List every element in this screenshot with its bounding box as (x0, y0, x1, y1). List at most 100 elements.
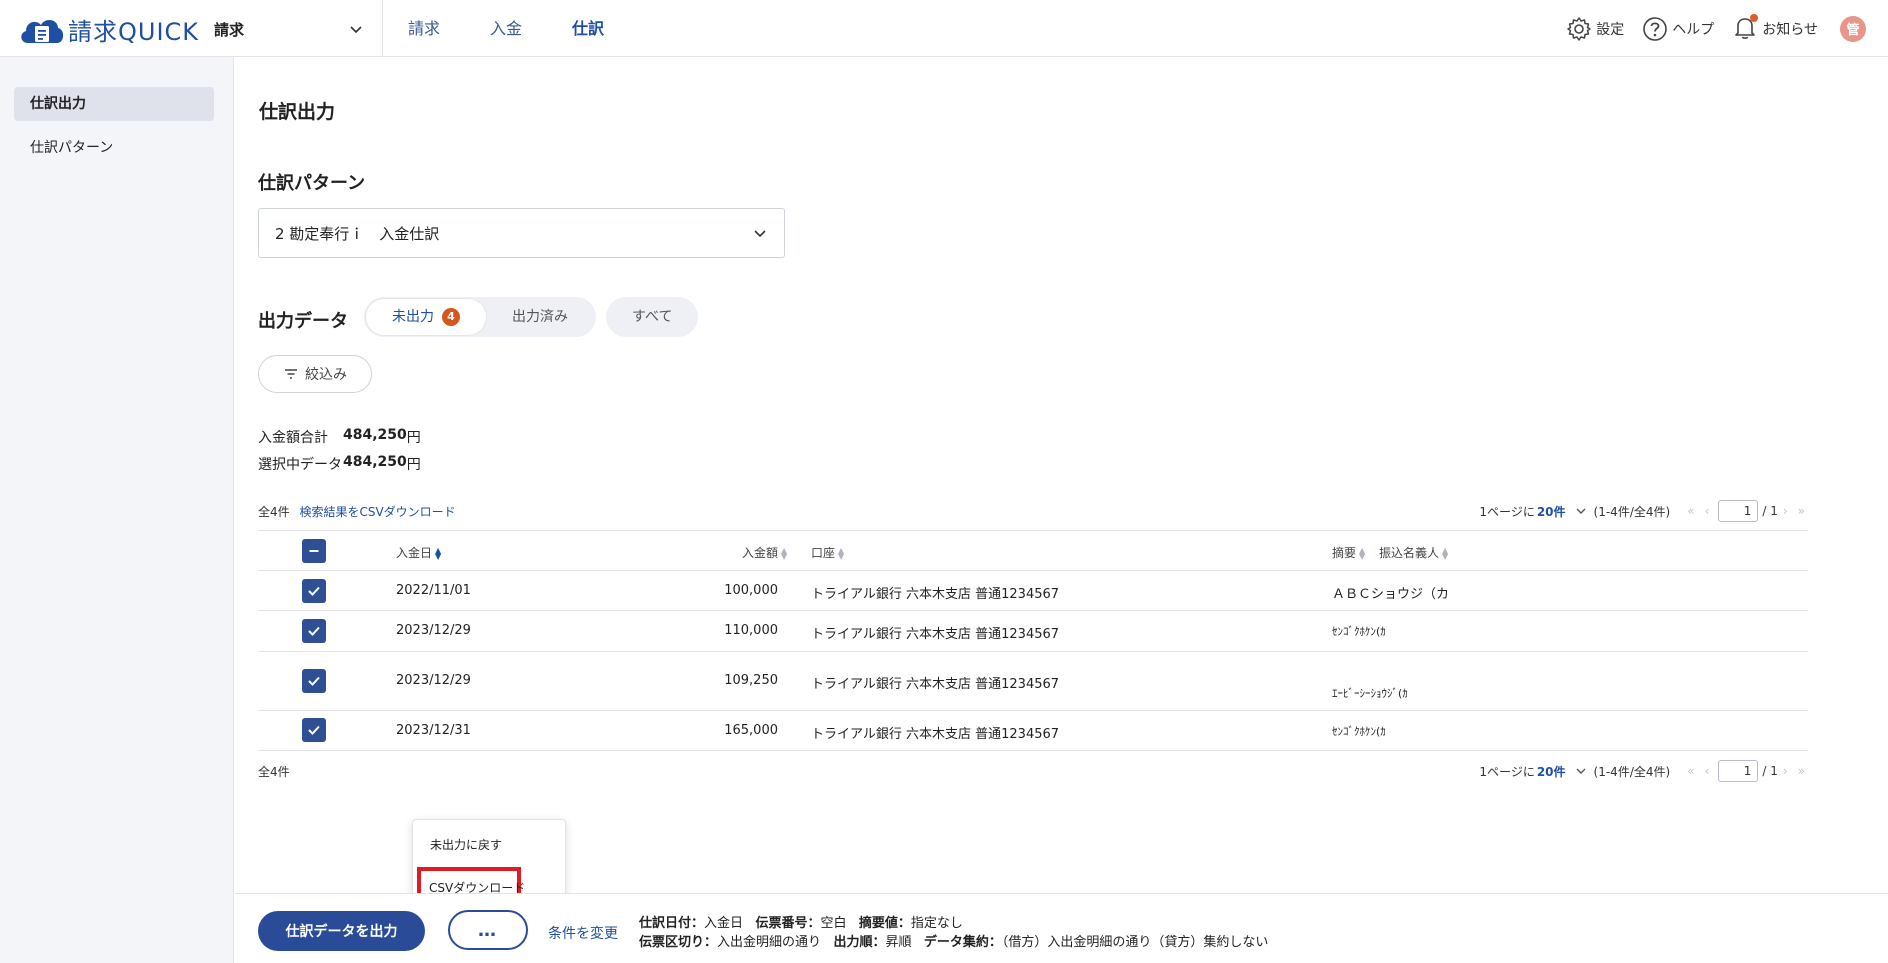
total-amount-value: 484,250 (343, 427, 407, 443)
filter-icon (285, 369, 297, 379)
table-row[interactable]: 2023/12/29 110,000 トライアル銀行 六本木支店 普通12345… (258, 611, 1808, 652)
cell-date: 2023/12/31 (396, 723, 471, 738)
pattern-select[interactable]: 2 勘定奉行ｉ 入金仕訳 (258, 208, 785, 258)
prev-page-icon[interactable]: ‹ (1705, 504, 1710, 518)
sort-icon: ▲ ▼ (838, 545, 845, 561)
export-settings-line2: 伝票区切り：入出金明細の通り 出力順：昇順 データ集約：（借方）入出金明細の通り… (639, 931, 1268, 950)
chevron-down-icon[interactable] (1574, 764, 1588, 778)
notifications-label: お知らせ (1762, 21, 1818, 38)
select-all-checkbox[interactable] (302, 539, 326, 563)
app-switcher[interactable]: 請求 (214, 16, 364, 42)
last-page-icon[interactable]: » (1798, 764, 1805, 778)
setting-value: （借方）入出金明細の通り（貸方）集約しない (1001, 935, 1269, 950)
export-journal-button[interactable]: 仕訳データを出力 (258, 911, 425, 951)
total-pages: / 1 (1762, 764, 1778, 778)
next-page-icon[interactable]: › (1783, 764, 1788, 778)
sort-icon: ▲ ▼ (1442, 545, 1449, 561)
nav-invoice[interactable]: 請求 (408, 0, 440, 57)
cell-payer: ｾﾝｺﾞｸﾎｹﾝ(ｶ (1332, 725, 1386, 738)
page-number-input[interactable]: 1 (1718, 760, 1759, 782)
user-avatar[interactable]: 管 (1840, 15, 1866, 42)
filter-label: 絞込み (305, 367, 347, 383)
sidebar-item-journal-pattern[interactable]: 仕訳パターン (14, 131, 214, 165)
page-range: (1-4件/全4件) (1593, 504, 1671, 519)
first-page-icon[interactable]: « (1687, 504, 1694, 518)
last-page-icon[interactable]: » (1798, 504, 1805, 518)
row-checkbox[interactable] (302, 718, 326, 742)
minus-icon (309, 550, 319, 552)
cell-amount: 100,000 (724, 583, 778, 598)
cell-account: トライアル銀行 六本木支店 普通1234567 (811, 727, 1060, 742)
sort-asc-icon: ▲ ▼ (435, 545, 442, 561)
cell-amount: 109,250 (724, 673, 778, 688)
per-page-prefix: 1ページに (1479, 504, 1535, 519)
nav-payment[interactable]: 入金 (490, 0, 522, 57)
pager-top: 1ページに 20件 (1-4件/全4件) « ‹ 1 / 1 › » (1479, 500, 1810, 522)
nav-journal[interactable]: 仕訳 (572, 0, 604, 57)
sort-icon: ▲ ▼ (1359, 545, 1366, 561)
first-page-icon[interactable]: « (1687, 764, 1694, 778)
cell-date: 2023/12/29 (396, 623, 471, 638)
cell-payer: ｴｰﾋﾞｰｼｰｼｮｳｼﾞ(ｶ (1332, 687, 1408, 700)
col-account-label: 口座 (811, 546, 836, 560)
filter-button[interactable]: 絞込み (258, 355, 372, 393)
page-number-input[interactable]: 1 (1718, 500, 1759, 522)
main-nav: 請求 入金 仕訳 (408, 0, 654, 57)
row-checkbox[interactable] (302, 619, 326, 643)
cell-account: トライアル銀行 六本木支店 普通1234567 (811, 587, 1060, 602)
cell-amount: 165,000 (724, 723, 778, 738)
selected-amount-label: 選択中データ (258, 457, 342, 473)
tab-unexported[interactable]: 未出力 4 (366, 299, 486, 335)
cell-payer: ＡＢＣショウジ（カ (1332, 587, 1450, 602)
table-row[interactable]: 2023/12/31 165,000 トライアル銀行 六本木支店 普通12345… (258, 711, 1808, 751)
help-button[interactable]: ヘルプ (1642, 16, 1714, 42)
sidebar: 仕訳出力 仕訳パターン (0, 57, 234, 963)
row-checkbox[interactable] (302, 669, 326, 693)
page-range: (1-4件/全4件) (1593, 764, 1671, 779)
col-date[interactable]: 入金日 ▲ ▼ (396, 544, 441, 561)
check-icon (308, 626, 320, 636)
change-conditions-link[interactable]: 条件を変更 (548, 923, 618, 943)
table-row[interactable]: 2023/12/29 109,250 トライアル銀行 六本木支店 普通12345… (258, 652, 1808, 711)
setting-key: 摘要値： (858, 916, 911, 931)
pager-bottom: 1ページに 20件 (1-4件/全4件) « ‹ 1 / 1 › » (1479, 760, 1810, 782)
prev-page-icon[interactable]: ‹ (1705, 764, 1710, 778)
total-amount-row: 入金額合計 484,250 円 (258, 427, 421, 447)
settings-button[interactable]: 設定 (1566, 16, 1624, 42)
col-summary[interactable]: 摘要 ▲ ▼ (1332, 544, 1365, 561)
setting-key: データ集約： (923, 935, 1002, 950)
header-divider (382, 0, 383, 57)
sidebar-item-journal-output[interactable]: 仕訳出力 (14, 87, 214, 121)
total-pages: / 1 (1762, 504, 1778, 518)
selected-amount-row: 選択中データ 484,250 円 (258, 454, 421, 474)
top-header: 請求QUICK 請求 請求 入金 仕訳 設定 ヘルプ お知らせ 管 (0, 0, 1888, 57)
table-header: 入金日 ▲ ▼ 入金額 ▲ ▼ 口座 ▲ ▼ 摘要 ▲ ▼ 振込名義人 ▲ ▼ (258, 530, 1808, 571)
col-account[interactable]: 口座 ▲ ▼ (811, 544, 844, 561)
setting-value: 昇順 (885, 935, 912, 950)
per-page-value[interactable]: 20件 (1537, 503, 1566, 520)
csv-download-link[interactable]: 検索結果をCSVダウンロード (299, 505, 455, 519)
row-checkbox[interactable] (302, 579, 326, 603)
more-actions-button[interactable]: … (448, 910, 528, 950)
app-logo[interactable]: 請求QUICK (18, 12, 199, 47)
unexported-count-badge: 4 (442, 308, 460, 326)
cell-date: 2022/11/01 (396, 583, 471, 598)
col-payer[interactable]: 振込名義人 ▲ ▼ (1379, 544, 1448, 561)
tab-all[interactable]: すべて (606, 297, 699, 337)
col-amount-label: 入金額 (742, 546, 779, 560)
col-amount[interactable]: 入金額 ▲ ▼ (742, 544, 787, 561)
setting-key: 伝票番号： (755, 916, 821, 931)
setting-value: 入金日 (704, 916, 744, 931)
selected-amount-value: 484,250 (343, 454, 407, 470)
table-row[interactable]: 2022/11/01 100,000 トライアル銀行 六本木支店 普通12345… (258, 571, 1808, 611)
result-count-bottom: 全4件 (258, 765, 290, 779)
chevron-down-icon[interactable] (1574, 504, 1588, 518)
next-page-icon[interactable]: › (1783, 504, 1788, 518)
tab-exported[interactable]: 出力済み (486, 299, 594, 335)
setting-key: 伝票区切り： (639, 935, 718, 950)
per-page-value[interactable]: 20件 (1537, 763, 1566, 780)
menu-item-revert-unexported[interactable]: 未出力に戻す (430, 836, 502, 853)
notifications-button[interactable]: お知らせ (1732, 13, 1818, 44)
check-icon (308, 586, 320, 596)
logo-text: 請求QUICK (68, 18, 200, 46)
